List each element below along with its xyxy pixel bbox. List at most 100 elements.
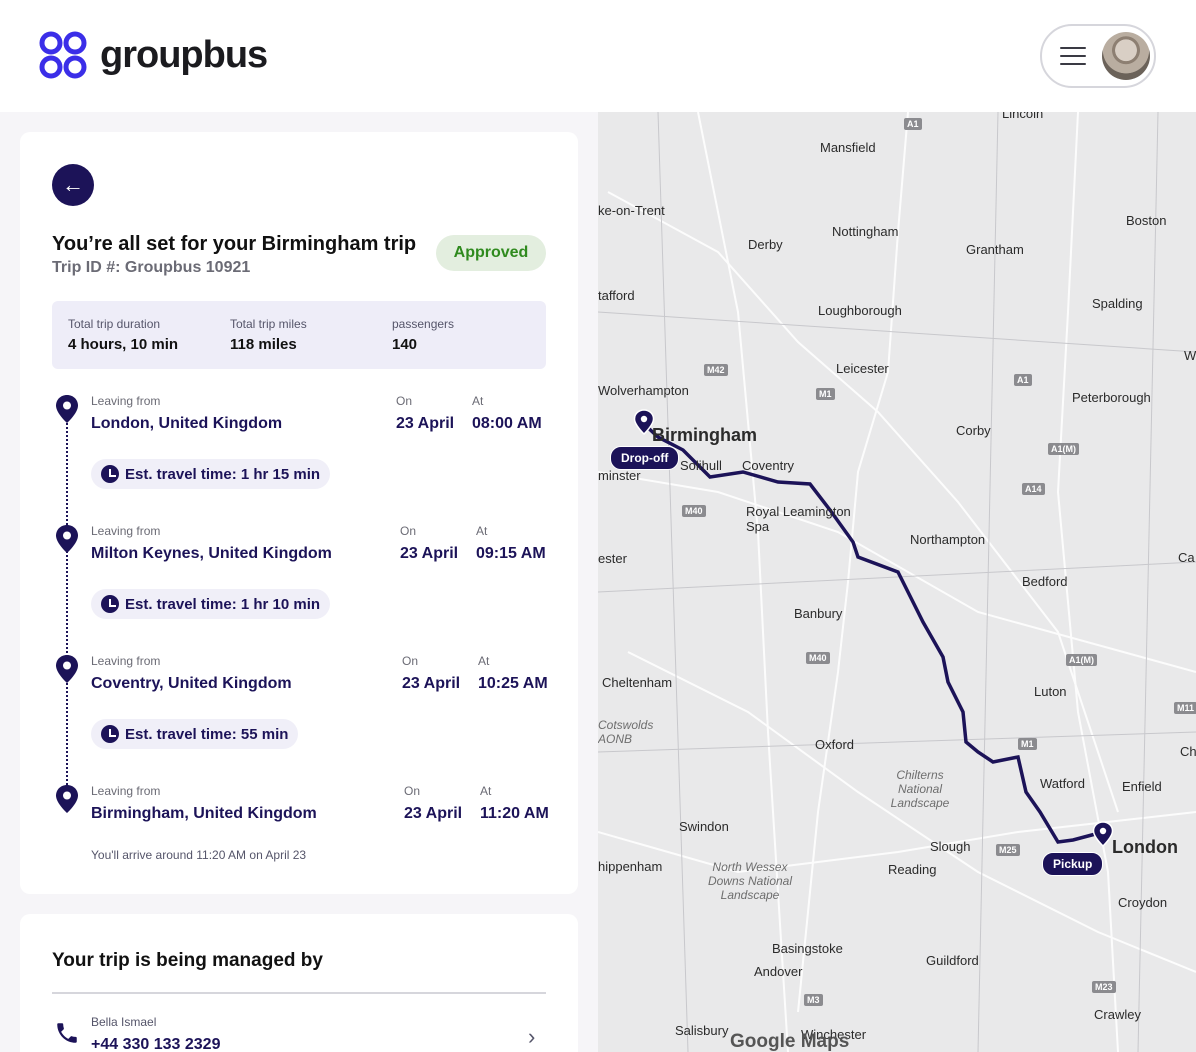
- map-city-label: Derby: [748, 237, 783, 252]
- road-badge: M25: [996, 844, 1020, 856]
- road-badge: M23: [1092, 981, 1116, 993]
- location-pin-icon: [56, 655, 78, 683]
- map-city-label: Coventry: [742, 458, 795, 473]
- est-travel-text: Est. travel time: 1 hr 10 min: [125, 595, 321, 613]
- map-city-label: tafford: [598, 288, 635, 303]
- clock-icon: [101, 595, 119, 613]
- manager-heading: Your trip is being managed by: [52, 950, 323, 971]
- map-city-label: Wolverhampton: [598, 383, 689, 398]
- map-city-label: Luton: [1034, 684, 1067, 699]
- map-city-label: Solihull: [680, 458, 722, 473]
- stop-label: Leaving from: [91, 784, 161, 798]
- map-city-label: Grantham: [966, 242, 1024, 257]
- summary-miles: Total trip miles 118 miles: [230, 317, 307, 353]
- stop-date: 23 April: [400, 545, 459, 562]
- manager-name: Bella Ismael: [91, 1015, 157, 1029]
- stop-date: 23 April: [396, 415, 455, 432]
- hamburger-icon: [1060, 47, 1086, 65]
- map-city-label: Cheltenham: [602, 675, 673, 690]
- chevron-right-icon[interactable]: ›: [528, 1024, 535, 1050]
- top-header: groupbus: [0, 0, 1196, 112]
- road-badge: M42: [704, 364, 728, 376]
- manager-card: [20, 914, 578, 1052]
- est-travel-time: Est. travel time: 55 min: [91, 719, 299, 749]
- location-pin-icon: [56, 785, 78, 813]
- summary-label: Total trip duration: [68, 317, 161, 331]
- map-city-label: Peterborough: [1072, 390, 1151, 405]
- arrow-left-icon: ←: [62, 172, 84, 197]
- dropoff-tag[interactable]: Drop-off: [610, 446, 680, 470]
- map-city-label: Boston: [1126, 213, 1167, 228]
- brand-name: groupbus: [100, 33, 268, 76]
- map-city-label: Bedford: [1022, 574, 1068, 589]
- map-city-label: London: [1112, 837, 1178, 857]
- map-city-label: W: [1184, 348, 1196, 363]
- stop-place: London, United Kingdom: [91, 415, 283, 432]
- clock-icon: [101, 465, 119, 483]
- stop-on-label: On: [404, 784, 421, 798]
- summary-passengers: passengers 140: [392, 317, 454, 353]
- map-area-label: North Wessex Downs National Landscape: [707, 860, 793, 902]
- groupbus-logo[interactable]: groupbus: [38, 30, 268, 80]
- status-badge: Approved: [436, 235, 546, 271]
- stop-at-label: At: [480, 784, 492, 798]
- map-city-label: minster: [598, 468, 641, 483]
- map-city-label: Ch: [1180, 744, 1196, 759]
- stop-at-label: At: [478, 654, 490, 668]
- map-city-label: Basingstoke: [772, 941, 843, 956]
- map-city-label: Northampton: [910, 532, 986, 547]
- pickup-tag[interactable]: Pickup: [1042, 852, 1104, 876]
- map-city-label: Birmingham: [652, 425, 758, 445]
- stop-date: 23 April: [402, 675, 461, 692]
- map-city-label: Crawley: [1094, 1007, 1141, 1022]
- map-city-label: ke-on-Trent: [598, 203, 665, 218]
- summary-value: 118 miles: [230, 336, 297, 353]
- road-badge: A1(M): [1066, 654, 1097, 666]
- stop-time: 11:20 AM: [480, 805, 549, 822]
- stop-label: Leaving from: [91, 654, 161, 668]
- trip-id: Trip ID #: Groupbus 10921: [52, 259, 251, 276]
- itinerary-line: [66, 420, 68, 800]
- stop-time: 09:15 AM: [476, 545, 546, 562]
- stop-on-label: On: [402, 654, 419, 668]
- road-badge: M1: [1018, 738, 1037, 750]
- stop-on-label: On: [396, 394, 413, 408]
- summary-value: 140: [392, 336, 418, 353]
- stop-at-label: At: [472, 394, 484, 408]
- road-badge: A1(M): [1048, 443, 1079, 455]
- map-city-label: Croydon: [1118, 895, 1168, 910]
- map-city-label: Ca: [1178, 550, 1195, 565]
- account-menu-button[interactable]: [1040, 24, 1156, 88]
- est-travel-time: Est. travel time: 1 hr 15 min: [91, 459, 331, 489]
- road-badge: M11: [1174, 702, 1196, 714]
- back-button[interactable]: ←: [52, 164, 94, 206]
- stop-time: 10:25 AM: [478, 675, 548, 692]
- map-city-label: Andover: [754, 964, 803, 979]
- map-city-label: ester: [598, 551, 627, 566]
- est-travel-text: Est. travel time: 55 min: [125, 725, 289, 743]
- est-travel-time: Est. travel time: 1 hr 10 min: [91, 589, 331, 619]
- route-map[interactable]: Lincoln Mansfield ke-on-Trent Derby Nott…: [598, 112, 1196, 1052]
- map-city-label: Corby: [956, 423, 991, 438]
- summary-label: passengers: [392, 317, 455, 331]
- map-area-label: Chilterns National Landscape: [890, 768, 950, 810]
- map-city-label: Watford: [1040, 776, 1086, 791]
- manager-phone-link[interactable]: +44 330 133 2329: [91, 1036, 220, 1052]
- map-city-label: Leicester: [836, 361, 889, 376]
- road-badge: M3: [804, 994, 823, 1006]
- location-pin-icon: [56, 525, 78, 553]
- stop-time: 08:00 AM: [472, 415, 542, 432]
- summary-duration: Total trip duration 4 hours, 10 min: [68, 317, 178, 353]
- map-attribution: Google Maps: [730, 1031, 850, 1052]
- location-pin-icon: [56, 395, 78, 423]
- road-badge: A1: [1014, 374, 1032, 386]
- map-city-label: Royal Leamington Spa: [746, 504, 851, 534]
- road-badge: A14: [1022, 483, 1045, 495]
- map-city-label: Oxford: [815, 737, 855, 752]
- stop-label: Leaving from: [91, 524, 161, 538]
- stop-place: Coventry, United Kingdom: [91, 675, 292, 692]
- stop-label: Leaving from: [91, 394, 161, 408]
- map-city-label: Salisbury: [675, 1023, 729, 1038]
- stop-at-label: At: [476, 524, 488, 538]
- trip-title: You’re all set for your Birmingham trip: [52, 233, 417, 255]
